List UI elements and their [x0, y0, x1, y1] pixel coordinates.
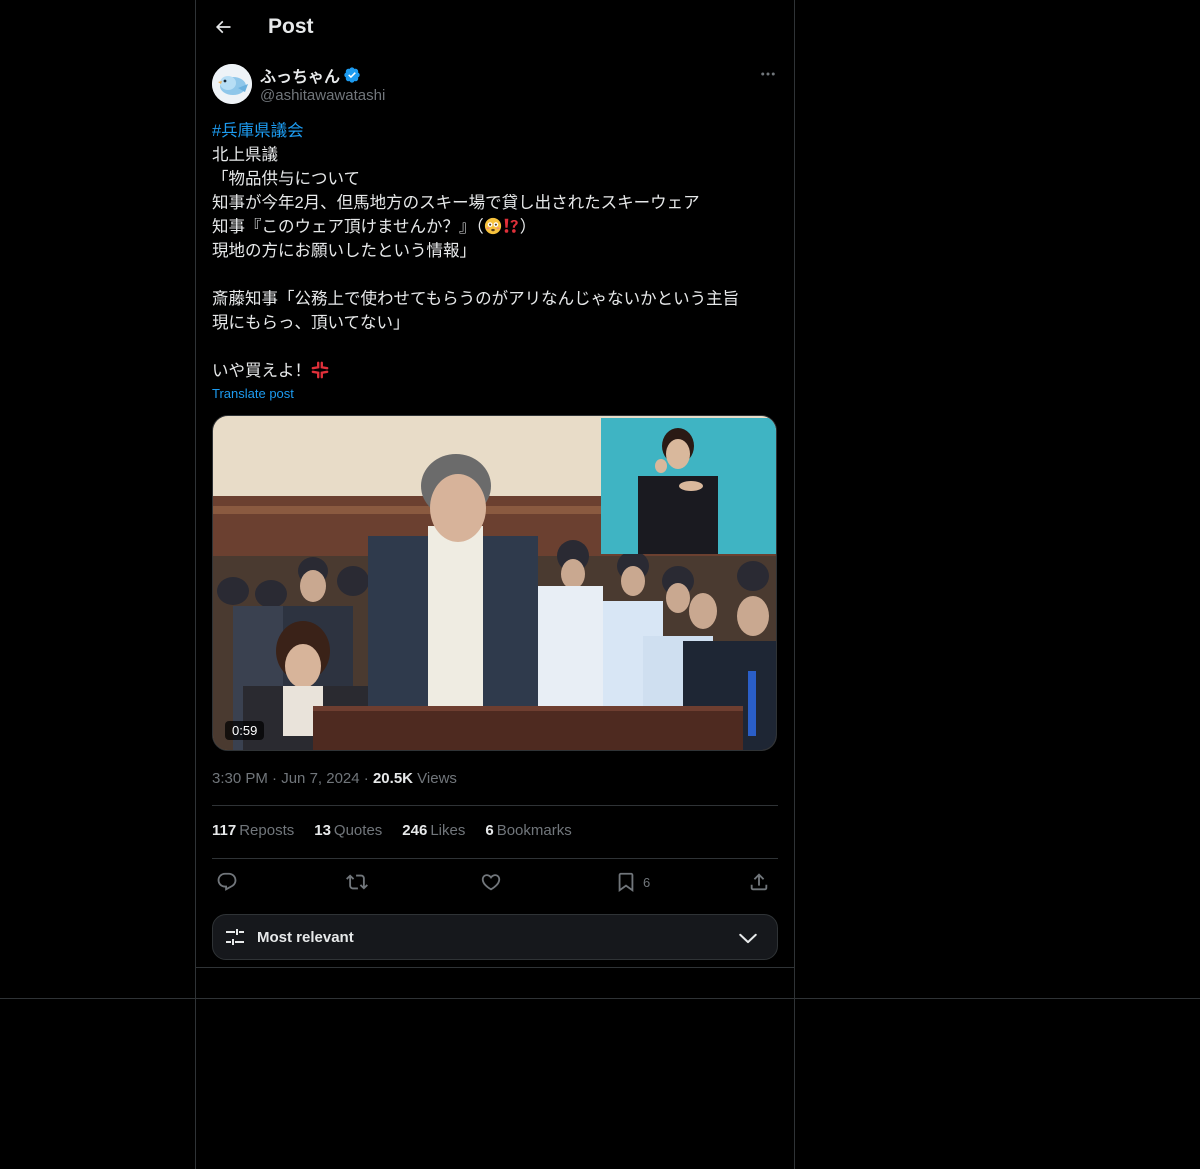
user-handle[interactable]: @ashitawawatashi: [260, 87, 385, 104]
page: Post ふっちゃん @ashitawawatashi #兵庫県議会 北上県議 …: [0, 0, 1200, 1169]
quotes-stat[interactable]: 13 Quotes: [314, 822, 382, 839]
views-label: Views: [417, 770, 457, 787]
likes-count: 246: [402, 822, 428, 839]
display-name[interactable]: ふっちゃん: [260, 63, 340, 87]
more-options-button[interactable]: [758, 64, 778, 84]
translate-post-link[interactable]: Translate post: [212, 386, 294, 401]
sort-label: Most relevant: [257, 928, 354, 946]
divider: [212, 805, 778, 806]
reply-sort-selector[interactable]: Most relevant: [212, 914, 778, 960]
likes-stat[interactable]: 246 Likes: [402, 822, 465, 839]
bookmark-icon: [618, 872, 634, 893]
engagement-stats: 117 Reposts 13 Quotes 246 Likes 6 Bookmarks: [212, 822, 572, 839]
post-line-text: いや買えよ！: [212, 362, 311, 380]
reply-button[interactable]: [216, 868, 238, 896]
like-button[interactable]: [480, 868, 502, 896]
post-text: #兵庫県議会 北上県議 「物品供与について 知事が今年2月、但馬地方のスキー場で…: [212, 119, 778, 383]
avatar[interactable]: [212, 64, 252, 104]
bird-avatar-image: [212, 64, 252, 104]
post-date[interactable]: Jun 7, 2024: [281, 770, 359, 787]
anger-symbol-emoji-icon: [311, 361, 329, 379]
post-line: 現地の方にお願いしたという情報」: [212, 242, 476, 260]
verified-badge-icon: [344, 67, 360, 83]
divider: [212, 858, 778, 859]
divider: [0, 998, 1200, 999]
divider: [196, 967, 794, 968]
action-bar: 6: [212, 868, 778, 896]
reposts-stat[interactable]: 117 Reposts: [212, 822, 294, 839]
sliders-icon: [226, 929, 244, 945]
top-bar: Post: [212, 0, 778, 54]
post-line-text: 知事『このウェア頂けませんか？』（: [212, 218, 484, 236]
post-line-with-emoji: 知事『このウェア頂けませんか？』（ ）: [212, 215, 778, 239]
main-column: Post ふっちゃん @ashitawawatashi #兵庫県議会 北上県議 …: [195, 0, 795, 1169]
post-line: 斎藤知事「公務上で使わせてもらうのがアリなんじゃないかという主旨: [212, 290, 740, 308]
bookmark-count: 6: [643, 874, 651, 890]
post-line: 北上県議: [212, 146, 278, 164]
exclamation-question-emoji-icon: [504, 218, 518, 233]
post-line: 知事が今年2月、但馬地方のスキー場で貸し出されたスキーウェア: [212, 194, 700, 212]
bookmarks-stat[interactable]: 6 Bookmarks: [485, 822, 571, 839]
bookmarks-count: 6: [485, 822, 494, 839]
repost-icon: [346, 874, 368, 890]
repost-button[interactable]: [346, 868, 368, 896]
share-button[interactable]: [748, 868, 770, 896]
share-icon: [750, 873, 768, 891]
arrow-left-icon: [215, 20, 231, 34]
post-line: 現にもらっ、頂いてない」: [212, 314, 410, 332]
views-count: 20.5K: [372, 770, 413, 787]
bookmark-button[interactable]: 6: [615, 868, 650, 896]
meta-separator: ·: [363, 770, 369, 787]
more-dots-icon: [761, 72, 775, 76]
video-player[interactable]: 0:59: [212, 415, 777, 751]
reposts-label: Reposts: [239, 822, 295, 839]
name-row: ふっちゃん: [260, 64, 385, 86]
hashtag-link[interactable]: #兵庫県議会: [212, 122, 304, 140]
post-line-with-emoji: いや買えよ！: [212, 359, 778, 383]
likes-label: Likes: [430, 822, 466, 839]
video-frame-image: [213, 416, 776, 750]
post-line-suffix: ）: [519, 218, 537, 236]
reposts-count: 117: [212, 822, 237, 839]
meta-separator: ·: [272, 770, 278, 787]
post-meta: 3:30 PM · Jun 7, 2024 · 20.5K Views: [212, 770, 457, 787]
flushed-face-emoji-icon: [484, 217, 501, 235]
heart-icon: [481, 874, 501, 891]
chevron-down-icon: [739, 933, 757, 944]
reply-icon: [217, 872, 237, 891]
post-line: 「物品供与について: [212, 170, 361, 188]
post-time[interactable]: 3:30 PM: [212, 770, 268, 787]
bookmarks-label: Bookmarks: [496, 822, 572, 839]
post-author: ふっちゃん @ashitawawatashi: [212, 64, 778, 106]
page-title: Post: [268, 15, 314, 38]
video-duration: 0:59: [225, 721, 265, 740]
author-names: ふっちゃん @ashitawawatashi: [260, 64, 385, 104]
quotes-label: Quotes: [333, 822, 383, 839]
quotes-count: 13: [314, 822, 331, 839]
back-button[interactable]: [212, 16, 234, 38]
